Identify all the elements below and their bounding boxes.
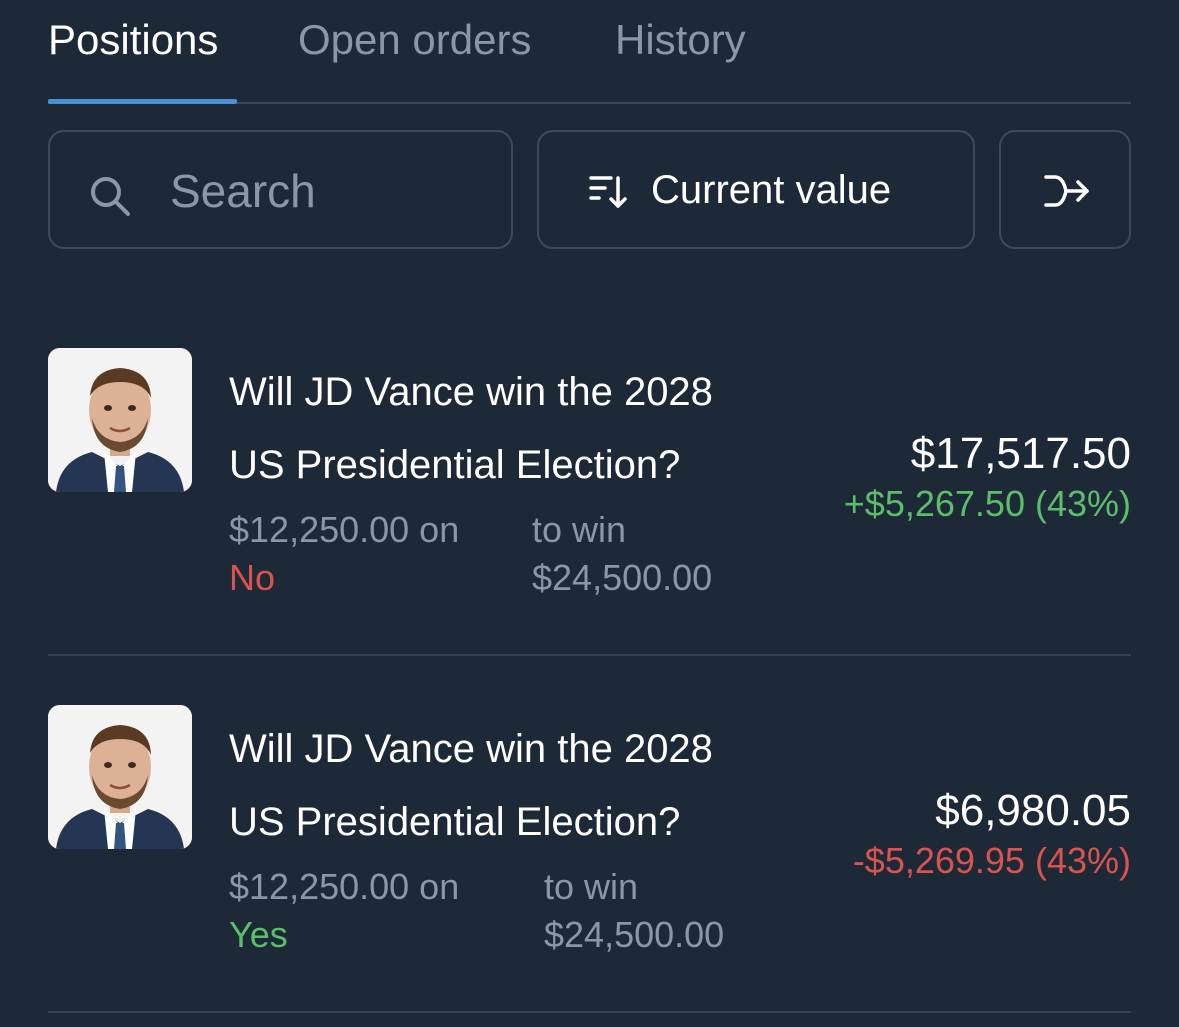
portrait-image bbox=[48, 705, 192, 849]
outcome-label: No bbox=[229, 557, 276, 598]
stake-amount: $12,250.00 on bbox=[229, 866, 460, 907]
tab-positions[interactable]: Positions bbox=[48, 14, 218, 66]
market-title-line: US Presidential Election? bbox=[229, 443, 681, 487]
current-value: $17,517.50 bbox=[910, 429, 1131, 478]
to-win-label: to win bbox=[532, 509, 627, 550]
pnl-change: +$5,267.50 (43%) bbox=[843, 483, 1131, 524]
to-win-value: $24,500.00 bbox=[544, 914, 725, 955]
market-title-line: Will JD Vance win the 2028 bbox=[229, 727, 713, 771]
sort-button[interactable]: Current value bbox=[537, 130, 975, 249]
to-win-label: to win bbox=[544, 866, 639, 907]
sort-label: Current value bbox=[651, 168, 892, 212]
market-avatar bbox=[48, 705, 192, 849]
stake-amount: $12,250.00 on bbox=[229, 509, 460, 550]
positions-page: Positions Open orders History Current va… bbox=[0, 0, 1179, 1027]
tab-bar: Positions Open orders History bbox=[48, 0, 1131, 104]
merge-button[interactable] bbox=[999, 130, 1131, 249]
portrait-image bbox=[48, 348, 192, 492]
search-box[interactable] bbox=[48, 130, 513, 249]
merge-arrow-icon bbox=[1044, 175, 1089, 207]
tab-history[interactable]: History bbox=[615, 14, 746, 66]
market-avatar bbox=[48, 348, 192, 492]
divider bbox=[48, 1011, 1131, 1013]
sort-icon bbox=[589, 176, 627, 208]
active-tab-indicator bbox=[48, 99, 237, 104]
search-input[interactable] bbox=[170, 162, 490, 220]
market-title[interactable]: Will JD Vance win the 2028 US Presidenti… bbox=[229, 713, 829, 859]
search-icon bbox=[91, 177, 130, 216]
to-win-value: $24,500.00 bbox=[532, 557, 713, 598]
outcome-label: Yes bbox=[229, 914, 288, 955]
market-title-line: Will JD Vance win the 2028 bbox=[229, 370, 713, 414]
position-row[interactable]: Will JD Vance win the 2028 US Presidenti… bbox=[48, 705, 1131, 965]
current-value: $6,980.05 bbox=[935, 786, 1131, 835]
divider bbox=[48, 654, 1131, 656]
tab-open-orders[interactable]: Open orders bbox=[298, 14, 531, 66]
market-title[interactable]: Will JD Vance win the 2028 US Presidenti… bbox=[229, 356, 829, 502]
position-row[interactable]: Will JD Vance win the 2028 US Presidenti… bbox=[48, 348, 1131, 608]
pnl-change: -$5,269.95 (43%) bbox=[852, 840, 1131, 881]
market-title-line: US Presidential Election? bbox=[229, 800, 681, 844]
